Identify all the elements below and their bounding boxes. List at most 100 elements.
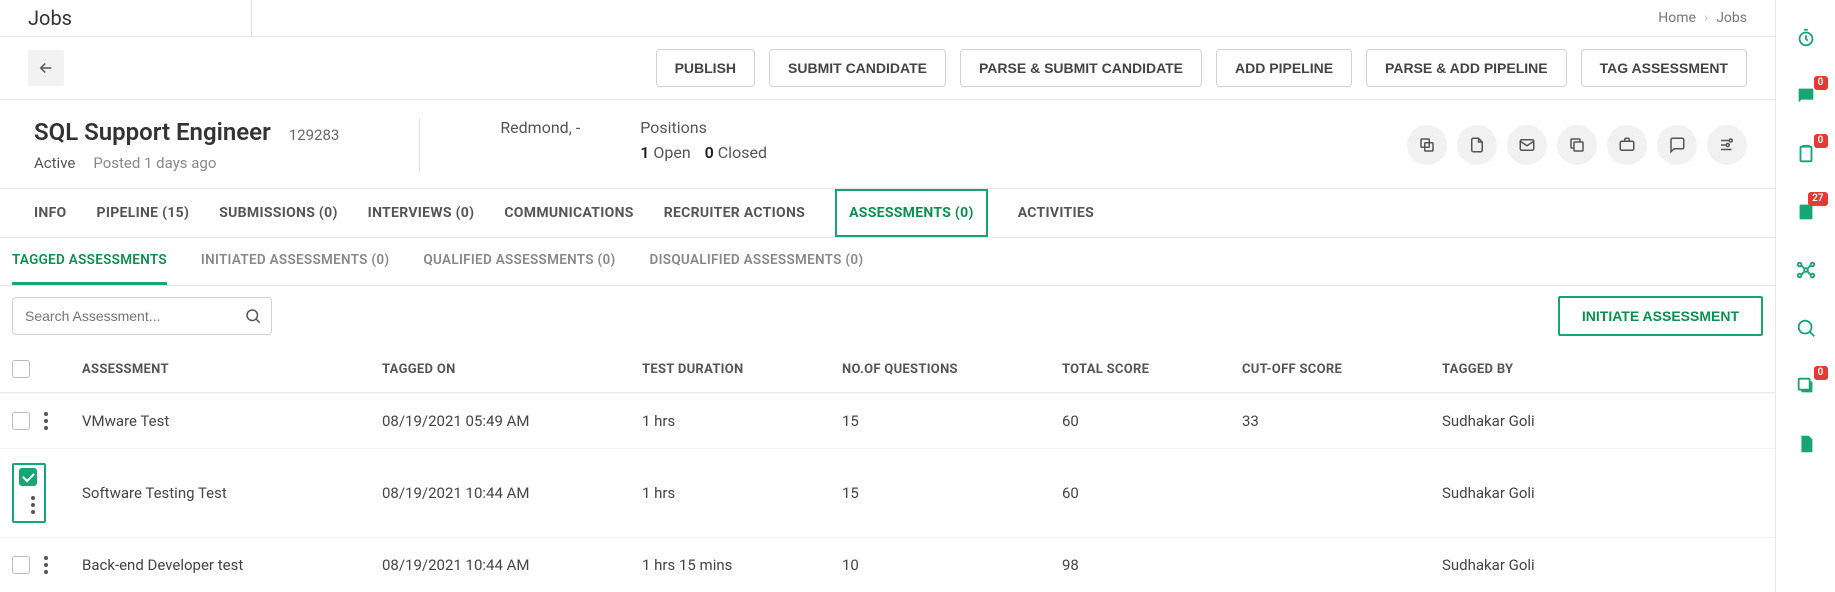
cell-tagged-by: Sudhakar Goli: [1442, 484, 1763, 502]
search-input[interactable]: [12, 297, 272, 335]
cell-no-of-questions: 15: [842, 484, 1062, 502]
tab-communications[interactable]: COMMUNICATIONS: [504, 189, 633, 237]
sidebar-search-icon[interactable]: [1792, 314, 1820, 342]
job-status: Active: [34, 154, 75, 172]
cell-test-duration: 1 hrs: [642, 412, 842, 430]
briefcase-icon: [1618, 136, 1636, 154]
tab-recruiter-actions[interactable]: RECRUITER ACTIONS: [664, 189, 805, 237]
sidebar-clipboard-icon[interactable]: 0: [1792, 140, 1820, 168]
subtab-qualified[interactable]: QUALIFIED ASSESSMENTS (0): [423, 238, 615, 285]
breadcrumb-current: Jobs: [1716, 10, 1747, 26]
cell-assessment: Software Testing Test: [82, 484, 382, 502]
col-no-of-questions: NO.OF QUESTIONS: [842, 362, 1062, 377]
table-row: Back-end Developer test 08/19/2021 10:44…: [0, 537, 1775, 592]
cell-cutoff-score: 33: [1242, 412, 1442, 430]
chevron-right-icon: ›: [1704, 10, 1708, 26]
cell-tagged-on: 08/19/2021 10:44 AM: [382, 556, 642, 574]
cell-total-score: 60: [1062, 484, 1242, 502]
job-posted: Posted 1 days ago: [93, 154, 216, 172]
row-checkbox[interactable]: [12, 556, 30, 574]
cell-total-score: 60: [1062, 412, 1242, 430]
badge: 27: [1808, 192, 1827, 206]
open-label: Open: [653, 143, 690, 162]
job-location: Redmond, -: [500, 118, 580, 137]
sidebar-file-icon[interactable]: [1792, 430, 1820, 458]
subtab-tagged[interactable]: TAGGED ASSESSMENTS: [12, 238, 167, 285]
subtab-disqualified[interactable]: DISQUALIFIED ASSESSMENTS (0): [650, 238, 864, 285]
copy-button[interactable]: [1407, 125, 1447, 165]
tab-pipeline[interactable]: PIPELINE (15): [97, 189, 190, 237]
cell-test-duration: 1 hrs: [642, 484, 842, 502]
cell-no-of-questions: 15: [842, 412, 1062, 430]
badge: 0: [1814, 134, 1828, 148]
right-sidebar: 0 0 27 0: [1775, 0, 1835, 592]
table-row: VMware Test 08/19/2021 05:49 AM 1 hrs 15…: [0, 393, 1775, 448]
cell-tagged-by: Sudhakar Goli: [1442, 556, 1763, 574]
row-checkbox[interactable]: [12, 412, 30, 430]
col-assessment: ASSESSMENT: [82, 362, 382, 377]
sidebar-network-icon[interactable]: [1792, 256, 1820, 284]
assessments-table: ASSESSMENT TAGGED ON TEST DURATION NO.OF…: [0, 346, 1775, 592]
row-menu-button[interactable]: [40, 552, 52, 578]
parse-add-pipeline-button[interactable]: PARSE & ADD PIPELINE: [1366, 49, 1567, 87]
publish-button[interactable]: PUBLISH: [656, 49, 755, 87]
sliders-icon: [1718, 136, 1736, 154]
row-menu-button[interactable]: [40, 408, 52, 434]
col-total-score: TOTAL SCORE: [1062, 362, 1242, 377]
document-button[interactable]: [1457, 125, 1497, 165]
sidebar-tasks-icon[interactable]: 27: [1792, 198, 1820, 226]
sidebar-stopwatch-icon[interactable]: [1792, 24, 1820, 52]
subtab-initiated[interactable]: INITIATED ASSESSMENTS (0): [201, 238, 389, 285]
copy2-icon: [1568, 136, 1586, 154]
cell-tagged-on: 08/19/2021 10:44 AM: [382, 484, 642, 502]
row-menu-button[interactable]: [27, 492, 39, 518]
chat-button[interactable]: [1657, 125, 1697, 165]
copy-icon: [1418, 136, 1436, 154]
tabs-secondary: TAGGED ASSESSMENTS INITIATED ASSESSMENTS…: [0, 238, 1775, 286]
select-all-checkbox[interactable]: [12, 360, 30, 378]
mail-button[interactable]: [1507, 125, 1547, 165]
col-tagged-by: TAGGED BY: [1442, 362, 1763, 377]
closed-count: 0: [705, 143, 714, 162]
cell-assessment: Back-end Developer test: [82, 556, 382, 574]
cell-tagged-on: 08/19/2021 05:49 AM: [382, 412, 642, 430]
arrow-left-icon: [37, 59, 55, 77]
chat-icon: [1668, 136, 1686, 154]
cell-assessment: VMware Test: [82, 412, 382, 430]
positions-label: Positions: [640, 118, 767, 137]
mail-icon: [1518, 136, 1536, 154]
col-tagged-on: TAGGED ON: [382, 362, 642, 377]
tab-info[interactable]: INFO: [34, 189, 67, 237]
sidebar-chat-icon[interactable]: 0: [1792, 82, 1820, 110]
job-id: 129283: [289, 126, 340, 144]
duplicate-button[interactable]: [1557, 125, 1597, 165]
tab-interviews[interactable]: INTERVIEWS (0): [368, 189, 475, 237]
col-cutoff-score: CUT-OFF SCORE: [1242, 362, 1442, 377]
cell-tagged-by: Sudhakar Goli: [1442, 412, 1763, 430]
tabs-primary: INFO PIPELINE (15) SUBMISSIONS (0) INTER…: [0, 189, 1775, 238]
settings-button[interactable]: [1707, 125, 1747, 165]
tab-submissions[interactable]: SUBMISSIONS (0): [219, 189, 337, 237]
cell-no-of-questions: 10: [842, 556, 1062, 574]
back-button[interactable]: [28, 50, 64, 86]
row-checkbox[interactable]: [19, 468, 37, 486]
initiate-assessment-button[interactable]: INITIATE ASSESSMENT: [1558, 296, 1763, 336]
tab-assessments[interactable]: ASSESSMENTS (0): [835, 189, 988, 237]
tab-activities[interactable]: ACTIVITIES: [1018, 189, 1094, 237]
document-icon: [1468, 136, 1486, 154]
submit-candidate-button[interactable]: SUBMIT CANDIDATE: [769, 49, 946, 87]
closed-label: Closed: [718, 143, 767, 162]
page-title: Jobs: [28, 6, 252, 30]
job-title: SQL Support Engineer: [34, 118, 271, 146]
search-icon[interactable]: [244, 307, 262, 325]
tag-assessment-button[interactable]: TAG ASSESSMENT: [1581, 49, 1747, 87]
parse-submit-candidate-button[interactable]: PARSE & SUBMIT CANDIDATE: [960, 49, 1202, 87]
sidebar-copies-icon[interactable]: 0: [1792, 372, 1820, 400]
breadcrumb: Home › Jobs: [1658, 10, 1747, 26]
col-test-duration: TEST DURATION: [642, 362, 842, 377]
briefcase-button[interactable]: [1607, 125, 1647, 165]
breadcrumb-home[interactable]: Home: [1658, 10, 1696, 26]
add-pipeline-button[interactable]: ADD PIPELINE: [1216, 49, 1352, 87]
cell-test-duration: 1 hrs 15 mins: [642, 556, 842, 574]
badge: 0: [1814, 366, 1828, 380]
